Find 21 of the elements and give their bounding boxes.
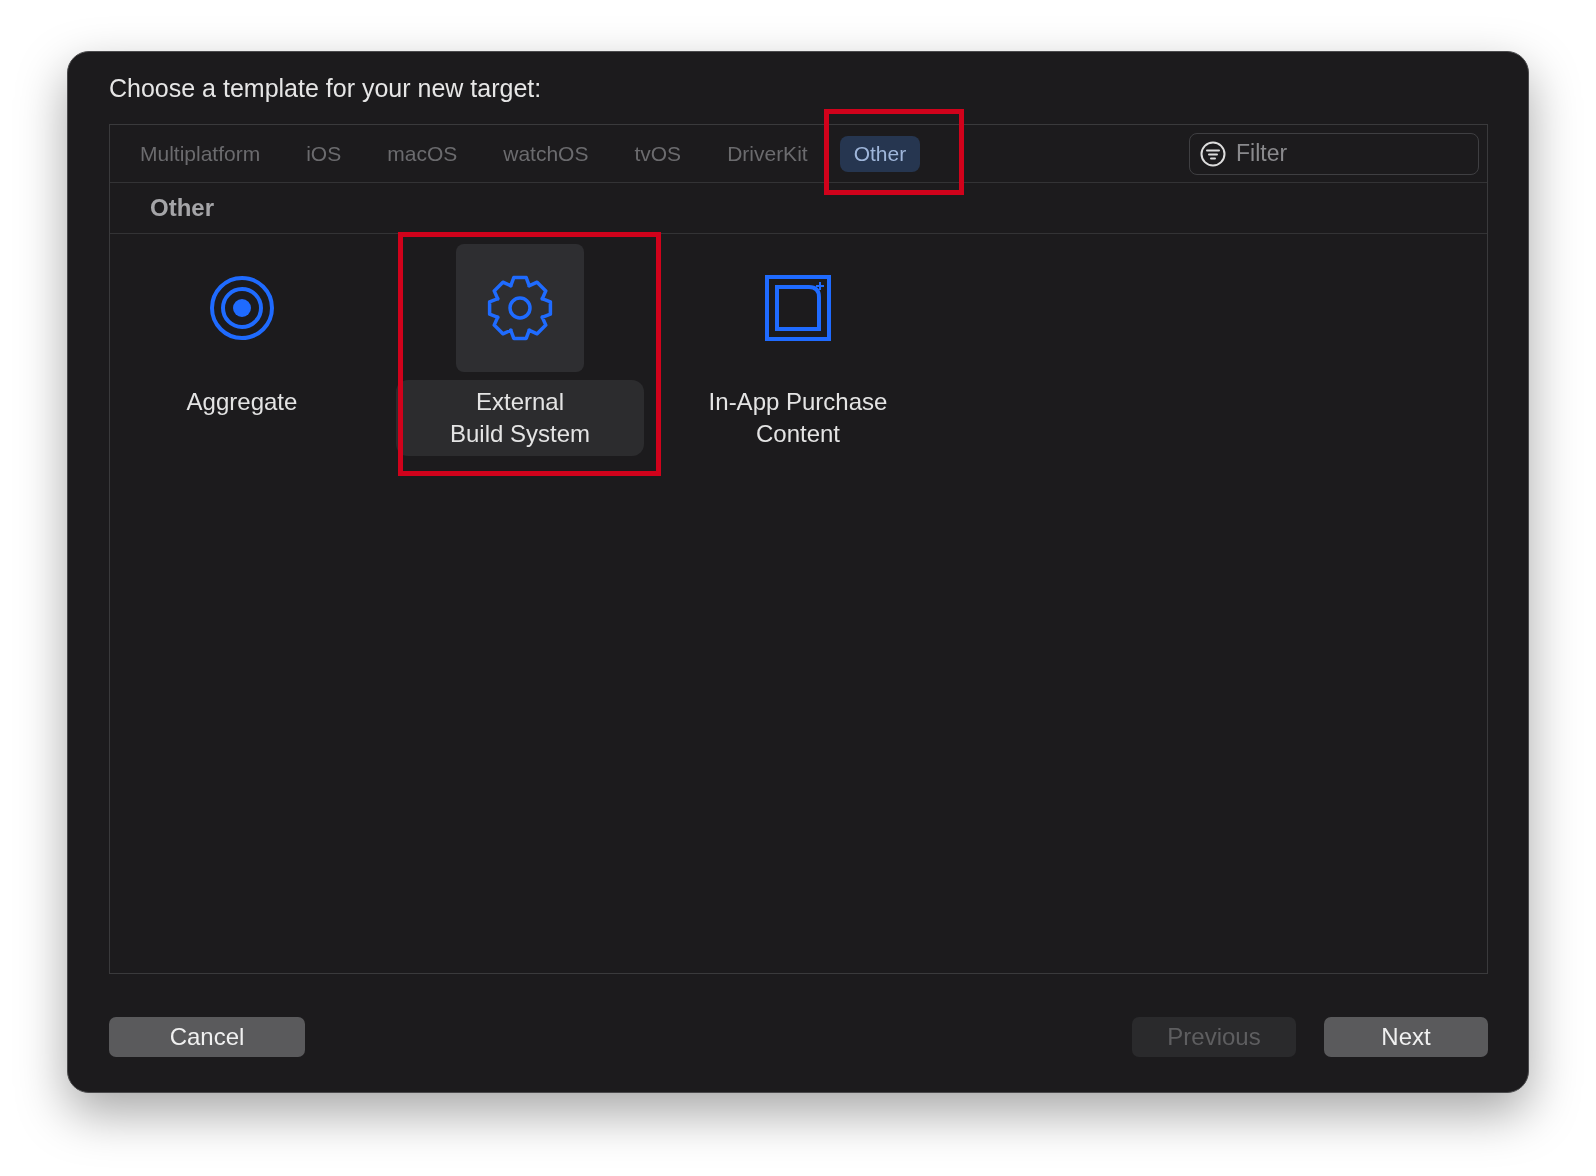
template-label[interactable]: External Build System [396, 380, 644, 456]
gear-icon [486, 274, 554, 342]
target-icon [209, 275, 275, 341]
section-header: Other [110, 183, 1487, 234]
dialog-title: Choose a template for your new target: [109, 72, 543, 104]
platform-tab[interactable]: macOS [373, 135, 472, 172]
next-button[interactable]: Next [1324, 1017, 1488, 1057]
filter-input[interactable]: Filter [1234, 139, 1458, 168]
template-label[interactable]: In-App Purchase Content [674, 380, 922, 456]
platform-tab[interactable]: tvOS [620, 135, 696, 172]
cancel-button[interactable]: Cancel [109, 1017, 305, 1057]
template-icon-tile[interactable] [456, 244, 584, 372]
square-icon [765, 275, 831, 341]
platform-tab[interactable]: iOS [292, 135, 356, 172]
platform-tab[interactable]: DriverKit [713, 135, 822, 172]
platform-tab[interactable]: watchOS [489, 135, 603, 172]
platform-tab[interactable]: Multiplatform [126, 135, 275, 172]
filter-icon [1200, 140, 1226, 167]
platform-tab[interactable]: Other [839, 135, 921, 172]
template-label[interactable]: Aggregate [118, 380, 366, 424]
filter-field[interactable]: Filter [1189, 132, 1479, 175]
